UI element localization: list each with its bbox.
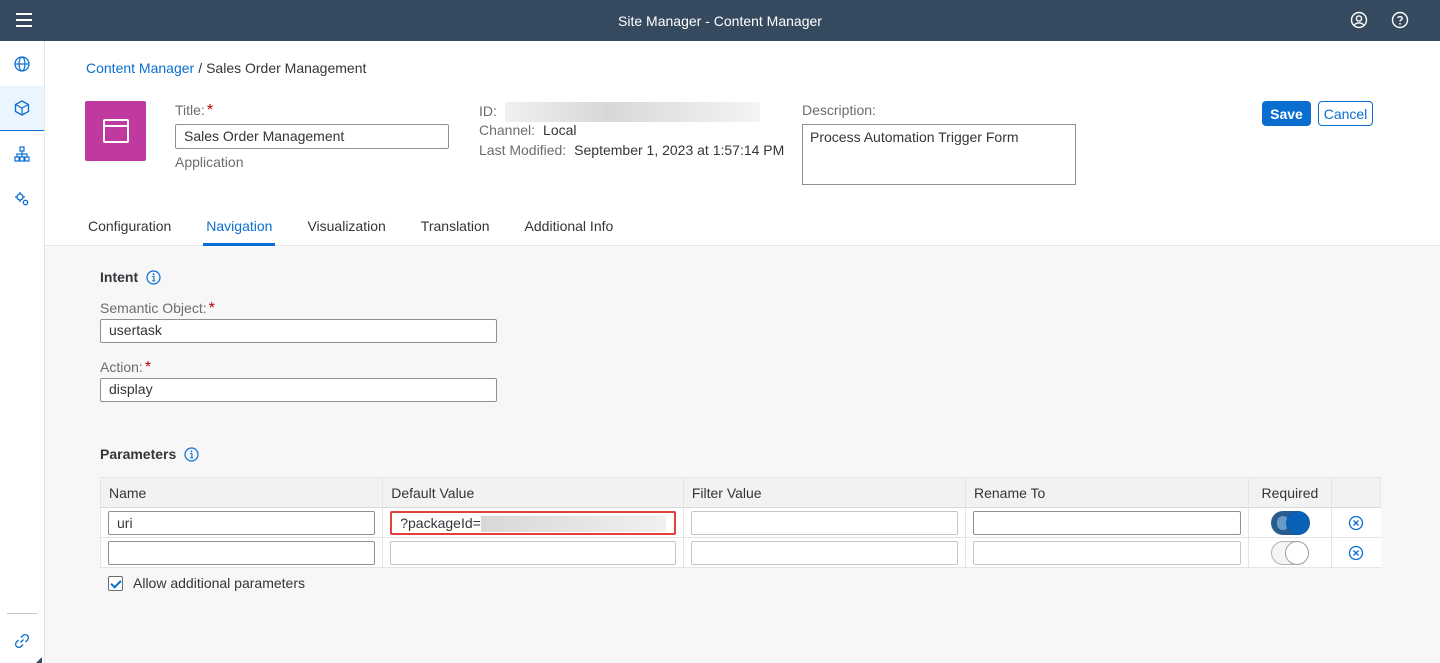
column-header-default-value: Default Value bbox=[382, 477, 684, 508]
parameters-section-title: Parameters bbox=[100, 446, 199, 462]
default-value-redacted bbox=[480, 515, 666, 532]
remove-row-icon[interactable] bbox=[1348, 545, 1364, 561]
breadcrumb: Content Manager / Sales Order Management bbox=[86, 60, 366, 76]
nav-hierarchy-icon[interactable] bbox=[0, 131, 44, 176]
breadcrumb-link-content-manager[interactable]: Content Manager bbox=[86, 60, 194, 76]
nav-settings-gear-icon[interactable] bbox=[0, 176, 44, 221]
breadcrumb-current: Sales Order Management bbox=[206, 60, 367, 76]
nav-divider bbox=[7, 613, 37, 614]
column-header-rename-to: Rename To bbox=[965, 477, 1249, 508]
intent-section-title: Intent bbox=[100, 269, 161, 285]
allow-additional-parameters: Allow additional parameters bbox=[108, 575, 305, 591]
resize-corner bbox=[36, 657, 42, 663]
description-label: Description: bbox=[802, 102, 876, 118]
parameters-info-icon[interactable] bbox=[184, 446, 199, 462]
param-filter-value-input[interactable] bbox=[690, 510, 958, 535]
save-button[interactable]: Save bbox=[1262, 101, 1311, 126]
required-switch-on[interactable] bbox=[1270, 510, 1310, 535]
param-rename-to-input[interactable] bbox=[973, 510, 1241, 535]
title-label: Title: * bbox=[175, 102, 214, 119]
column-header-filter-value: Filter Value bbox=[682, 477, 967, 508]
action-label: Action: * bbox=[100, 359, 152, 376]
tab-configuration[interactable]: Configuration bbox=[88, 212, 171, 246]
remove-row-icon[interactable] bbox=[1348, 515, 1364, 531]
object-header: Content Manager / Sales Order Management T… bbox=[45, 41, 1440, 246]
intent-info-icon[interactable] bbox=[146, 269, 161, 285]
param-name-input[interactable]: uri bbox=[108, 510, 376, 535]
param-default-value-input[interactable] bbox=[390, 540, 676, 565]
param-default-value-input[interactable]: ?packageId= bbox=[390, 510, 676, 535]
param-rename-to-input[interactable] bbox=[973, 540, 1241, 565]
title-input[interactable]: Sales Order Management bbox=[175, 124, 449, 149]
table-row bbox=[99, 537, 1381, 568]
id-row: ID: bbox=[479, 102, 760, 122]
object-type-label: Application bbox=[175, 154, 244, 170]
nav-sites-globe-icon[interactable] bbox=[0, 41, 44, 86]
user-profile-icon[interactable] bbox=[1350, 11, 1368, 29]
shell-title: Site Manager - Content Manager bbox=[618, 12, 822, 29]
action-input[interactable]: display bbox=[100, 378, 497, 402]
semantic-object-input[interactable]: usertask bbox=[100, 319, 497, 343]
tab-visualization[interactable]: Visualization bbox=[307, 212, 385, 246]
application-icon bbox=[85, 101, 146, 161]
tab-additional-info[interactable]: Additional Info bbox=[525, 212, 614, 246]
table-row: uri ?packageId= bbox=[99, 507, 1381, 538]
cancel-button[interactable]: Cancel bbox=[1318, 101, 1373, 126]
semantic-object-label: Semantic Object: * bbox=[100, 300, 215, 317]
navigation-content: Intent Semantic Object: * usertask Action… bbox=[45, 246, 1440, 663]
description-textarea[interactable]: Process Automation Trigger Form bbox=[802, 124, 1076, 185]
side-navigation bbox=[0, 41, 45, 663]
parameters-table: Name Default Value Filter Value Rename T… bbox=[99, 477, 1381, 568]
channel-row: Channel: Local bbox=[479, 122, 577, 138]
breadcrumb-separator: / bbox=[198, 60, 203, 76]
allow-additional-parameters-label: Allow additional parameters bbox=[133, 575, 305, 591]
column-header-required: Required bbox=[1247, 477, 1333, 508]
required-switch-off[interactable] bbox=[1270, 540, 1309, 565]
param-filter-value-input[interactable] bbox=[690, 540, 958, 565]
tab-translation[interactable]: Translation bbox=[421, 212, 490, 246]
id-value-redacted bbox=[504, 102, 760, 122]
allow-additional-parameters-checkbox[interactable] bbox=[108, 575, 123, 591]
tab-bar: Configuration Navigation Visualization T… bbox=[88, 212, 648, 246]
last-modified-row: Last Modified: September 1, 2023 at 1:57:… bbox=[479, 142, 785, 158]
nav-content-manager-icon[interactable] bbox=[0, 86, 44, 131]
help-icon[interactable] bbox=[1391, 11, 1409, 29]
shell-bar: Site Manager - Content Manager bbox=[0, 0, 1440, 41]
column-header-actions bbox=[1331, 477, 1381, 508]
tab-navigation[interactable]: Navigation bbox=[203, 212, 276, 246]
table-header-row: Name Default Value Filter Value Rename T… bbox=[99, 477, 1381, 508]
param-name-input[interactable] bbox=[108, 540, 376, 565]
column-header-name: Name bbox=[99, 477, 384, 508]
menu-icon[interactable] bbox=[16, 13, 32, 27]
